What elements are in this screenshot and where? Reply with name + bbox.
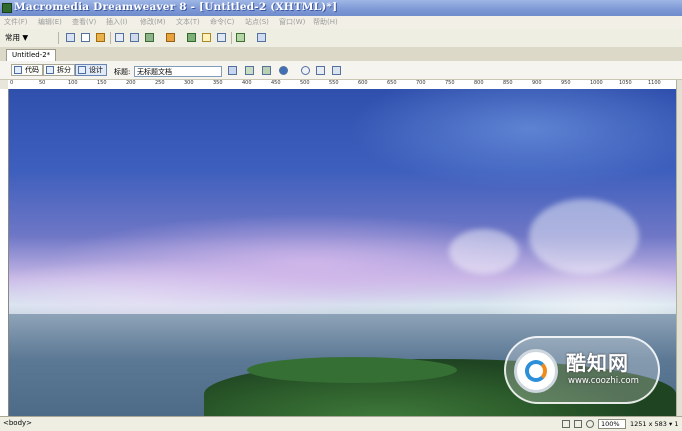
ruler-mark: 1000 [590,80,603,86]
document-tab-bar: Untitled-2* [0,47,682,61]
design-view-icon [78,66,86,74]
tag-chooser-icon[interactable] [257,33,266,42]
code-view-button[interactable]: 代码 [11,64,43,76]
ruler-mark: 1100 [648,80,661,86]
status-bar: <body> 100% 1251 x 583 ▾ 1 [0,416,682,431]
ruler-mark: 900 [532,80,542,86]
view-options-icon[interactable] [316,66,325,75]
cloud-heart-large [529,199,639,274]
design-view-button[interactable]: 设计 [75,64,107,76]
menu-text[interactable]: 文本(T) [176,17,200,27]
menu-insert[interactable]: 插入(I) [106,17,128,27]
ruler-mark: 800 [474,80,484,86]
ruler-mark: 100 [68,80,78,86]
ruler-mark: 0 [10,80,14,86]
ruler-mark: 400 [242,80,252,86]
hyperlink-icon[interactable] [66,33,75,42]
insert-category-dropdown[interactable]: 常用 ▼ [5,32,28,43]
ruler-mark: 150 [97,80,107,86]
menu-bar: 文件(F) 编辑(E) 查看(V) 插入(I) 修改(M) 文本(T) 命令(C… [0,16,682,30]
app-icon [2,3,12,13]
ruler-mark: 550 [329,80,339,86]
ruler-mark: 850 [503,80,513,86]
visual-aids-icon[interactable] [332,66,341,75]
watermark-logo [514,349,558,393]
toolbar-divider [58,32,59,44]
title-bar: Macromedia Dreamweaver 8 - [Untitled-2 (… [0,0,682,16]
layer-icon[interactable] [130,33,139,42]
ruler-mark: 750 [445,80,455,86]
design-view-label: 设计 [89,66,103,74]
toolbar-divider [231,32,232,44]
menu-site[interactable]: 站点(S) [245,17,269,27]
file-management-icon[interactable] [245,66,254,75]
document-tab[interactable]: Untitled-2* [6,49,57,61]
hand-tool-icon[interactable] [574,420,582,428]
insert-bar: 常用 ▼ [0,29,682,48]
comment-icon[interactable] [202,33,211,42]
tag-selector[interactable]: <body> [3,419,32,427]
menu-commands[interactable]: 命令(C) [210,17,234,27]
browser-check-icon[interactable] [228,66,237,75]
menu-window[interactable]: 窗口(W) [279,17,305,27]
menu-modify[interactable]: 修改(M) [140,17,166,27]
zoom-tool-icon[interactable] [586,420,594,428]
window-title: Macromedia Dreamweaver 8 - [Untitled-2 (… [14,1,338,13]
page-title-label: 标题: [114,68,131,76]
watermark-name: 酷知网 [566,351,629,375]
image-icon[interactable] [145,33,154,42]
select-tool-icon[interactable] [562,420,570,428]
refresh-icon[interactable] [301,66,310,75]
ruler-mark: 350 [213,80,223,86]
table-icon[interactable] [115,33,124,42]
template-icon[interactable] [217,33,226,42]
vertical-ruler [0,89,9,416]
page-title-input[interactable] [134,66,222,77]
design-canvas[interactable]: 酷知网 www.coozhi.com [9,89,676,416]
menu-edit[interactable]: 编辑(E) [38,17,62,27]
code-view-icon [14,66,22,74]
zoom-select[interactable]: 100% [598,419,626,429]
email-icon[interactable] [81,33,90,42]
template-icon[interactable] [236,33,245,42]
code-view-label: 代码 [25,66,39,74]
anchor-icon[interactable] [96,33,105,42]
ruler-mark: 300 [184,80,194,86]
ruler-mark: 700 [416,80,426,86]
watermark-url: www.coozhi.com [568,376,639,386]
vertical-scrollbar[interactable] [676,80,682,416]
coozhi-logo-icon [525,360,547,382]
split-view-button[interactable]: 拆分 [43,64,75,76]
media-icon[interactable] [166,33,175,42]
cloud-heart-small [449,229,519,274]
preview-icon[interactable] [262,66,271,75]
date-icon[interactable] [187,33,196,42]
ruler-mark: 200 [126,80,136,86]
menu-help[interactable]: 帮助(H) [313,17,338,27]
menu-view[interactable]: 查看(V) [72,17,96,27]
menu-file[interactable]: 文件(F) [4,17,28,27]
ruler-mark: 500 [300,80,310,86]
toolbar-divider [110,32,111,44]
ruler-mark: 650 [387,80,397,86]
document-toolbar: 代码 拆分 设计 标题: [0,61,682,80]
ruler-mark: 50 [39,80,46,86]
window-size-readout[interactable]: 1251 x 583 ▾ 1 [630,420,678,428]
island-hill [247,357,457,383]
ruler-mark: 600 [358,80,368,86]
ruler-mark: 250 [155,80,165,86]
split-view-label: 拆分 [57,66,71,74]
ruler-mark: 950 [561,80,571,86]
watermark-badge: 酷知网 www.coozhi.com [504,336,660,404]
globe-icon[interactable] [279,66,288,75]
split-view-icon [46,66,54,74]
ruler-mark: 450 [271,80,281,86]
ruler-mark: 1050 [619,80,632,86]
